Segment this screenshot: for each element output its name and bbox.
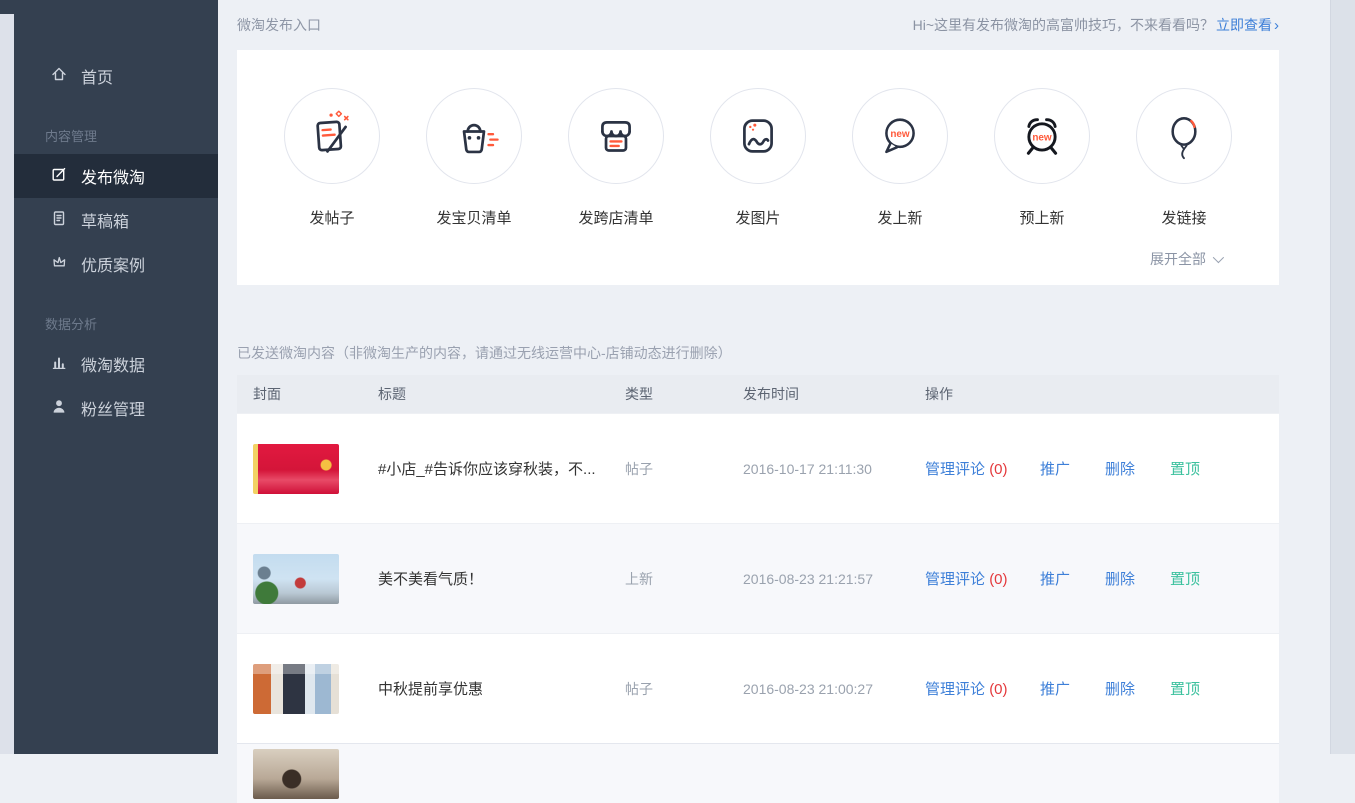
sidebar-item-label: 粉丝管理 (81, 396, 145, 420)
row-time: 2016-10-17 21:11:30 (743, 461, 925, 477)
table-header: 封面 标题 类型 发布时间 操作 (237, 375, 1279, 413)
post-icon (284, 88, 380, 184)
row-time: 2016-08-23 21:21:57 (743, 571, 925, 587)
topbar: 微淘发布入口 Hi~这里有发布微淘的高富帅技巧，不来看看吗？ 立即查看› (237, 0, 1279, 50)
promote-link[interactable]: 推广 (1040, 678, 1105, 699)
user-icon (50, 397, 68, 420)
delete-link[interactable]: 删除 (1105, 568, 1170, 589)
sidebar-item-publish-weitao[interactable]: 发布微淘 (14, 154, 218, 198)
chevron-down-icon (1213, 252, 1224, 263)
image-icon (710, 88, 806, 184)
delete-link[interactable]: 删除 (1105, 458, 1170, 479)
cover-thumbnail (253, 749, 339, 799)
cover-thumbnail (253, 554, 339, 604)
sidebar-item-drafts[interactable]: 草稿箱 (14, 198, 218, 242)
entry-label: 发宝贝清单 (436, 207, 511, 228)
sidebar-item-label: 微淘数据 (81, 352, 145, 376)
sidebar-item-label: 发布微淘 (81, 164, 145, 188)
col-header-actions: 操作 (925, 384, 1279, 404)
row-title: 中秋提前享优惠 (378, 678, 625, 699)
scrollbar[interactable] (1330, 0, 1355, 754)
entry-pre-new-arrival[interactable]: new 预上新 (971, 88, 1113, 228)
delete-link[interactable]: 删除 (1105, 678, 1170, 699)
table-row: 中秋提前享优惠 帖子 2016-08-23 21:00:27 管理评论 (0) … (237, 633, 1279, 743)
crown-icon (50, 253, 68, 276)
svg-text:new: new (1032, 133, 1052, 144)
sidebar-item-label: 首页 (81, 64, 113, 88)
comment-count: (0) (989, 681, 1007, 698)
sidebar-item-quality-cases[interactable]: 优质案例 (14, 242, 218, 286)
page-left-gutter-cap (0, 0, 14, 14)
feed-section-title: 已发送微淘内容（非微淘生产的内容，请通过无线运营中心-店铺动态进行删除） (237, 343, 1279, 363)
home-icon (50, 65, 68, 88)
tips-text: Hi~这里有发布微淘的高富帅技巧，不来看看吗？ (913, 15, 1214, 35)
bar-chart-icon (50, 353, 68, 376)
expand-all-label: 展开全部 (1150, 249, 1206, 269)
table-row: 美不美看气质！ 上新 2016-08-23 21:21:57 管理评论 (0) … (237, 523, 1279, 633)
cross-store-icon (568, 88, 664, 184)
manage-comments-link[interactable]: 管理评论 (0) (925, 568, 1040, 589)
balloon-icon (1136, 88, 1232, 184)
pin-top-link[interactable]: 置顶 (1170, 568, 1200, 589)
expand-all-button[interactable]: 展开全部 (1150, 249, 1221, 269)
promote-link[interactable]: 推广 (1040, 458, 1105, 479)
publish-entries-panel: 发帖子 发宝贝清单 (237, 50, 1279, 285)
sidebar-item-label: 优质案例 (81, 252, 145, 276)
entry-label: 预上新 (1019, 207, 1064, 228)
pin-top-link[interactable]: 置顶 (1170, 458, 1200, 479)
row-type: 帖子 (625, 679, 743, 699)
page-title: 微淘发布入口 (237, 15, 321, 35)
new-bubble-icon: new (852, 88, 948, 184)
sidebar: 首页 内容管理 发布微淘 草稿箱 (14, 0, 218, 754)
feed-table: 封面 标题 类型 发布时间 操作 #小店_#告诉你应该穿秋装，不... 帖子 2… (237, 375, 1279, 803)
view-now-link[interactable]: 立即查看 (1216, 15, 1272, 35)
manage-comments-link[interactable]: 管理评论 (0) (925, 458, 1040, 479)
entry-item-list[interactable]: 发宝贝清单 (403, 88, 545, 228)
row-type: 帖子 (625, 459, 743, 479)
sidebar-section-content: 内容管理 (14, 124, 218, 146)
row-title: 美不美看气质！ (378, 568, 625, 589)
col-header-type: 类型 (625, 384, 743, 404)
cover-thumbnail (253, 444, 339, 494)
cover-thumbnail (253, 664, 339, 714)
col-header-cover: 封面 (237, 384, 378, 404)
entry-post[interactable]: 发帖子 (261, 88, 403, 228)
table-row (237, 743, 1279, 803)
row-time: 2016-08-23 21:00:27 (743, 681, 925, 697)
edit-icon (50, 165, 68, 188)
entry-new-arrival[interactable]: new 发上新 (829, 88, 971, 228)
comment-count: (0) (989, 571, 1007, 588)
entry-label: 发链接 (1161, 207, 1206, 228)
sidebar-item-label: 草稿箱 (81, 208, 129, 232)
svg-text:new: new (890, 129, 910, 140)
new-alarm-icon: new (994, 88, 1090, 184)
row-type: 上新 (625, 569, 743, 589)
promote-link[interactable]: 推广 (1040, 568, 1105, 589)
link-arrow-icon: › (1274, 17, 1279, 34)
manage-comments-link[interactable]: 管理评论 (0) (925, 678, 1040, 699)
entry-label: 发帖子 (309, 207, 354, 228)
col-header-title: 标题 (378, 384, 625, 404)
entry-link[interactable]: 发链接 (1113, 88, 1255, 228)
col-header-time: 发布时间 (743, 384, 925, 404)
comment-count: (0) (989, 461, 1007, 478)
entry-cross-store-list[interactable]: 发跨店清单 (545, 88, 687, 228)
sidebar-item-weitao-data[interactable]: 微淘数据 (14, 342, 218, 386)
main-area: 微淘发布入口 Hi~这里有发布微淘的高富帅技巧，不来看看吗？ 立即查看› (218, 0, 1330, 754)
table-row: #小店_#告诉你应该穿秋装，不... 帖子 2016-10-17 21:11:3… (237, 413, 1279, 523)
entry-image[interactable]: 发图片 (687, 88, 829, 228)
item-list-icon (426, 88, 522, 184)
document-icon (50, 209, 68, 232)
page-left-gutter (0, 0, 14, 754)
sidebar-section-analytics: 数据分析 (14, 312, 218, 334)
tips-banner: Hi~这里有发布微淘的高富帅技巧，不来看看吗？ 立即查看› (913, 15, 1279, 35)
entry-label: 发上新 (877, 207, 922, 228)
pin-top-link[interactable]: 置顶 (1170, 678, 1200, 699)
entry-label: 发图片 (735, 207, 780, 228)
row-title: #小店_#告诉你应该穿秋装，不... (378, 458, 625, 479)
entry-label: 发跨店清单 (578, 207, 653, 228)
sidebar-item-home[interactable]: 首页 (14, 54, 218, 98)
sidebar-item-fans[interactable]: 粉丝管理 (14, 386, 218, 430)
